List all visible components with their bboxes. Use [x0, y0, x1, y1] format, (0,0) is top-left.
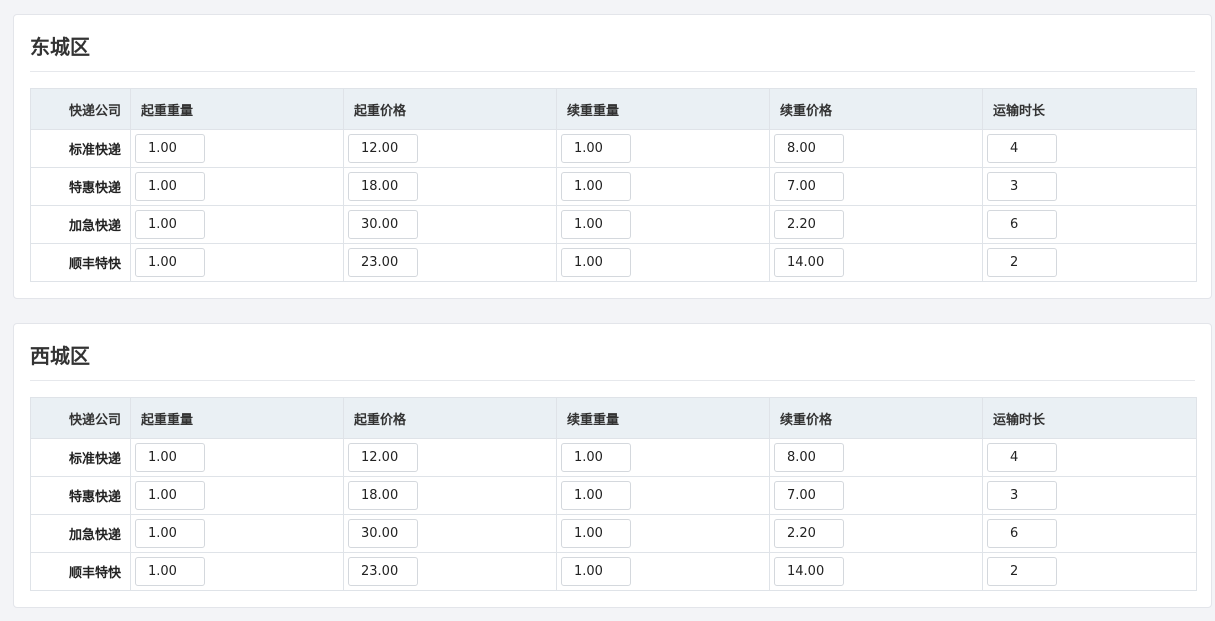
transit-time-input[interactable]: 6	[987, 519, 1057, 548]
first-weight-input[interactable]: 1.00	[135, 557, 205, 586]
header-first-weight: 起重重量	[130, 397, 344, 439]
extra-price-input[interactable]: 14.00	[774, 557, 844, 586]
extra-price-input[interactable]: 8.00	[774, 134, 844, 163]
company-name: 特惠快递	[30, 167, 131, 206]
header-extra-weight: 续重重量	[556, 88, 770, 130]
first-price-input[interactable]: 23.00	[348, 557, 418, 586]
first-price-input[interactable]: 18.00	[348, 172, 418, 201]
transit-time-input[interactable]: 4	[987, 134, 1057, 163]
header-extra-price: 续重价格	[769, 397, 983, 439]
company-name: 特惠快递	[30, 476, 131, 515]
table-row: 特惠快递 1.00 18.00 1.00 7.00 3	[30, 167, 1197, 206]
region-title: 西城区	[30, 344, 90, 368]
company-name: 加急快递	[30, 205, 131, 244]
extra-price-input[interactable]: 7.00	[774, 481, 844, 510]
extra-price-input[interactable]: 14.00	[774, 248, 844, 277]
extra-weight-input[interactable]: 1.00	[561, 557, 631, 586]
extra-price-input[interactable]: 2.20	[774, 210, 844, 239]
extra-weight-input[interactable]: 1.00	[561, 248, 631, 277]
first-weight-input[interactable]: 1.00	[135, 172, 205, 201]
table-header-row: 快递公司 起重重量 起重价格 续重重量 续重价格 运输时长	[30, 397, 1197, 439]
first-price-input[interactable]: 12.00	[348, 134, 418, 163]
header-extra-weight: 续重重量	[556, 397, 770, 439]
region-panel-west: 西城区 快递公司 起重重量 起重价格 续重重量 续重价格 运输时长 标准快递 1…	[13, 323, 1212, 608]
first-weight-input[interactable]: 1.00	[135, 210, 205, 239]
title-divider	[30, 71, 1195, 72]
first-weight-input[interactable]: 1.00	[135, 134, 205, 163]
company-name: 顺丰特快	[30, 552, 131, 591]
region-title: 东城区	[30, 35, 90, 59]
header-transit-time: 运输时长	[982, 397, 1197, 439]
header-company: 快递公司	[30, 88, 131, 130]
header-company: 快递公司	[30, 397, 131, 439]
table-row: 加急快递 1.00 30.00 1.00 2.20 6	[30, 514, 1197, 553]
transit-time-input[interactable]: 3	[987, 172, 1057, 201]
table-row: 特惠快递 1.00 18.00 1.00 7.00 3	[30, 476, 1197, 515]
extra-weight-input[interactable]: 1.00	[561, 210, 631, 239]
company-name: 顺丰特快	[30, 243, 131, 282]
first-price-input[interactable]: 18.00	[348, 481, 418, 510]
extra-price-input[interactable]: 2.20	[774, 519, 844, 548]
transit-time-input[interactable]: 6	[987, 210, 1057, 239]
header-first-price: 起重价格	[343, 397, 557, 439]
company-name: 标准快递	[30, 129, 131, 168]
table-row: 标准快递 1.00 12.00 1.00 8.00 4	[30, 438, 1197, 477]
first-price-input[interactable]: 23.00	[348, 248, 418, 277]
extra-weight-input[interactable]: 1.00	[561, 481, 631, 510]
region-panel-east: 东城区 快递公司 起重重量 起重价格 续重重量 续重价格 运输时长 标准快递 1…	[13, 14, 1212, 299]
company-name: 标准快递	[30, 438, 131, 477]
table-header-row: 快递公司 起重重量 起重价格 续重重量 续重价格 运输时长	[30, 88, 1197, 130]
header-transit-time: 运输时长	[982, 88, 1197, 130]
extra-weight-input[interactable]: 1.00	[561, 134, 631, 163]
transit-time-input[interactable]: 2	[987, 248, 1057, 277]
extra-weight-input[interactable]: 1.00	[561, 519, 631, 548]
transit-time-input[interactable]: 2	[987, 557, 1057, 586]
header-first-price: 起重价格	[343, 88, 557, 130]
extra-weight-input[interactable]: 1.00	[561, 443, 631, 472]
extra-price-input[interactable]: 8.00	[774, 443, 844, 472]
table-row: 加急快递 1.00 30.00 1.00 2.20 6	[30, 205, 1197, 244]
header-first-weight: 起重重量	[130, 88, 344, 130]
table-row: 顺丰特快 1.00 23.00 1.00 14.00 2	[30, 552, 1197, 591]
transit-time-input[interactable]: 4	[987, 443, 1057, 472]
title-divider	[30, 380, 1195, 381]
header-extra-price: 续重价格	[769, 88, 983, 130]
shipping-rate-table: 快递公司 起重重量 起重价格 续重重量 续重价格 运输时长 标准快递 1.00 …	[30, 88, 1197, 282]
table-row: 标准快递 1.00 12.00 1.00 8.00 4	[30, 129, 1197, 168]
first-weight-input[interactable]: 1.00	[135, 519, 205, 548]
first-weight-input[interactable]: 1.00	[135, 481, 205, 510]
first-price-input[interactable]: 30.00	[348, 210, 418, 239]
first-weight-input[interactable]: 1.00	[135, 443, 205, 472]
first-price-input[interactable]: 12.00	[348, 443, 418, 472]
first-weight-input[interactable]: 1.00	[135, 248, 205, 277]
first-price-input[interactable]: 30.00	[348, 519, 418, 548]
company-name: 加急快递	[30, 514, 131, 553]
transit-time-input[interactable]: 3	[987, 481, 1057, 510]
extra-weight-input[interactable]: 1.00	[561, 172, 631, 201]
extra-price-input[interactable]: 7.00	[774, 172, 844, 201]
shipping-rate-table: 快递公司 起重重量 起重价格 续重重量 续重价格 运输时长 标准快递 1.00 …	[30, 397, 1197, 591]
table-row: 顺丰特快 1.00 23.00 1.00 14.00 2	[30, 243, 1197, 282]
